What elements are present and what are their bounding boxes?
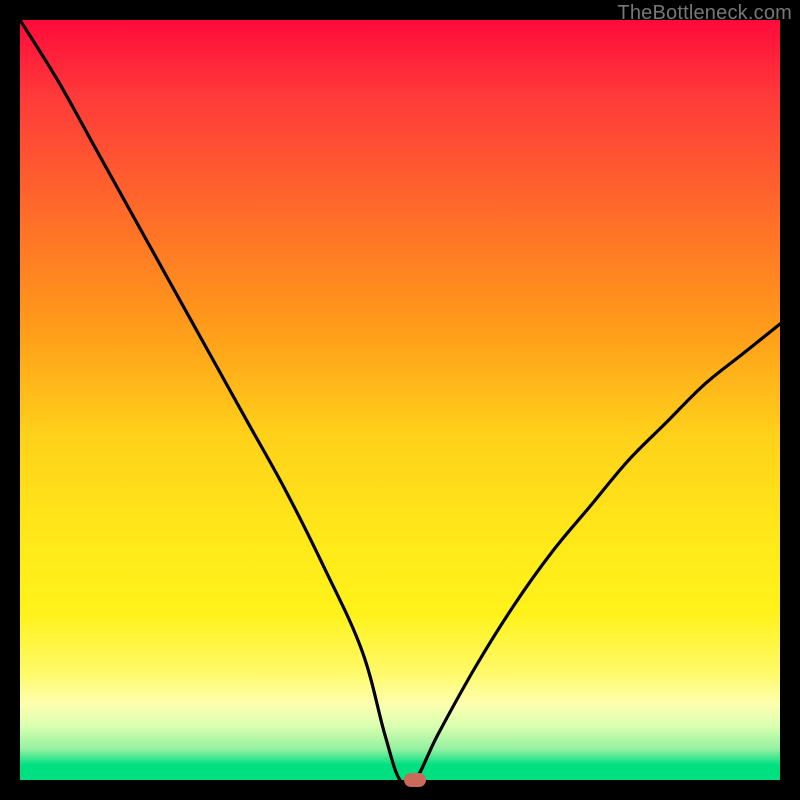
plot-area xyxy=(20,20,780,780)
minimum-marker xyxy=(404,773,426,787)
bottleneck-curve xyxy=(20,20,780,780)
chart-frame: TheBottleneck.com xyxy=(0,0,800,800)
watermark-text: TheBottleneck.com xyxy=(617,2,792,25)
